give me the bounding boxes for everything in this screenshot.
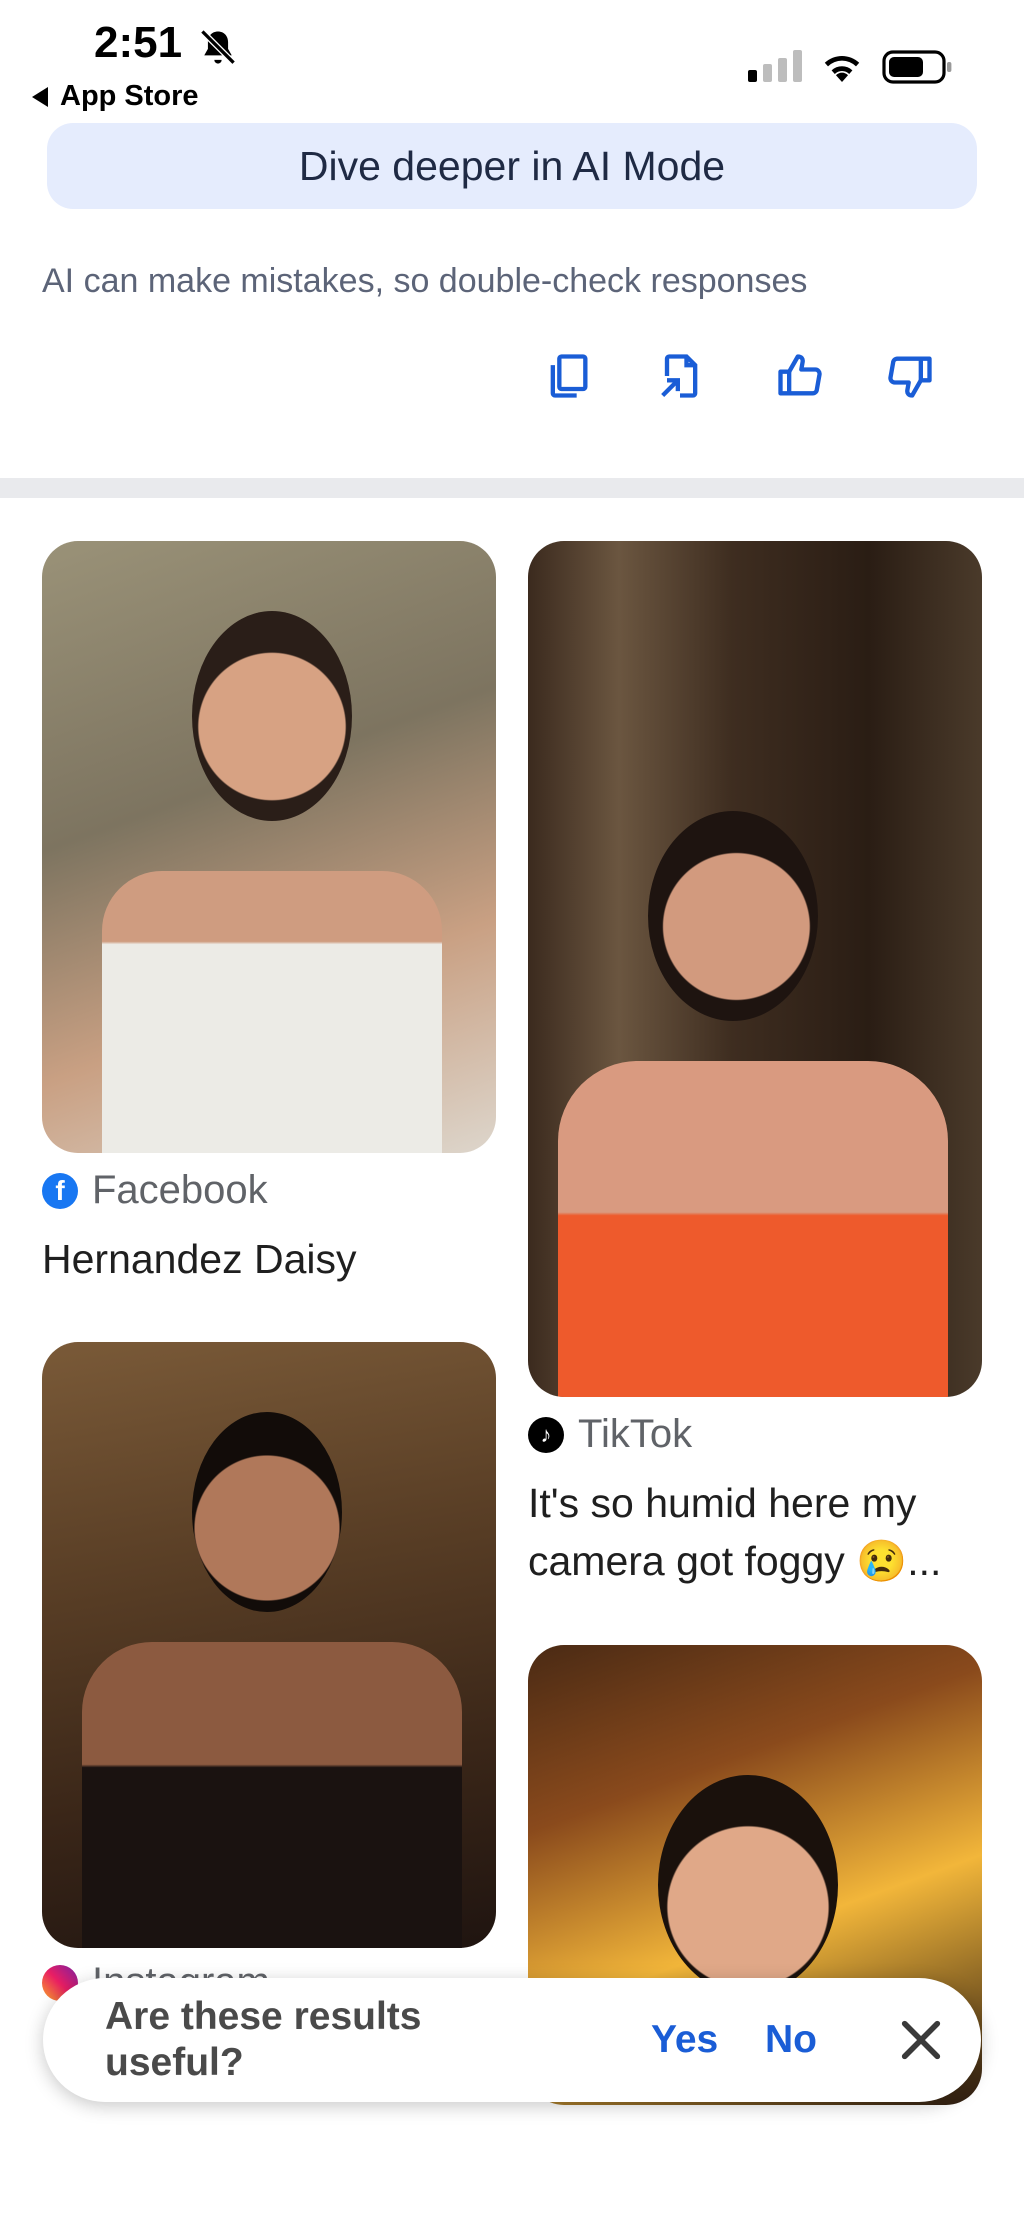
status-time: 2:51 xyxy=(94,18,183,67)
title-line: It's so humid here my xyxy=(528,1480,917,1526)
ai-mode-button[interactable]: Dive deeper in AI Mode xyxy=(47,123,977,209)
source-name: TikTok xyxy=(578,1412,693,1456)
result-image-2[interactable] xyxy=(528,541,982,1397)
photo-subject-face xyxy=(648,811,818,1021)
back-arrow-icon xyxy=(32,86,48,107)
result-title-1[interactable]: Hernandez Daisy xyxy=(42,1230,357,1288)
result-title-2[interactable]: It's so humid here my camera got foggy 😢… xyxy=(528,1474,988,1590)
photo-subject-face xyxy=(192,611,352,821)
tiktok-icon: ♪ xyxy=(528,1416,564,1453)
photo-subject-face xyxy=(658,1775,838,1995)
share-icon[interactable] xyxy=(654,350,706,402)
thumbs-down-icon[interactable] xyxy=(884,350,936,402)
copy-icon[interactable] xyxy=(542,350,594,402)
title-line: camera got foggy 😢... xyxy=(528,1538,942,1584)
result-image-3[interactable] xyxy=(42,1342,496,1948)
back-to-app-store[interactable]: App Store xyxy=(32,80,199,113)
photo-subject-body xyxy=(102,871,442,1153)
thumbs-up-icon[interactable] xyxy=(774,350,826,402)
photo-subject-body xyxy=(558,1061,948,1397)
source-name: Facebook xyxy=(92,1168,268,1212)
ai-disclaimer: AI can make mistakes, so double-check re… xyxy=(42,262,808,300)
cellular-signal-icon xyxy=(748,50,802,82)
back-label: App Store xyxy=(60,80,199,112)
feedback-prompt: Are these results useful? Yes No xyxy=(43,1978,981,2102)
section-divider xyxy=(0,478,1024,498)
feedback-question: Are these results useful? xyxy=(105,1995,422,2084)
feedback-yes-button[interactable]: Yes xyxy=(651,2018,718,2062)
close-icon[interactable] xyxy=(893,2012,949,2068)
result-source-2[interactable]: ♪ TikTok xyxy=(528,1412,692,1457)
facebook-icon: f xyxy=(42,1172,78,1209)
result-image-1[interactable] xyxy=(42,541,496,1153)
silent-bell-icon xyxy=(200,29,236,65)
photo-subject-body xyxy=(82,1642,462,1948)
result-source-1[interactable]: f Facebook xyxy=(42,1168,268,1213)
wifi-icon xyxy=(824,55,860,82)
feedback-no-button[interactable]: No xyxy=(765,2018,817,2062)
photo-subject-face xyxy=(192,1412,342,1612)
battery-icon xyxy=(882,50,952,84)
